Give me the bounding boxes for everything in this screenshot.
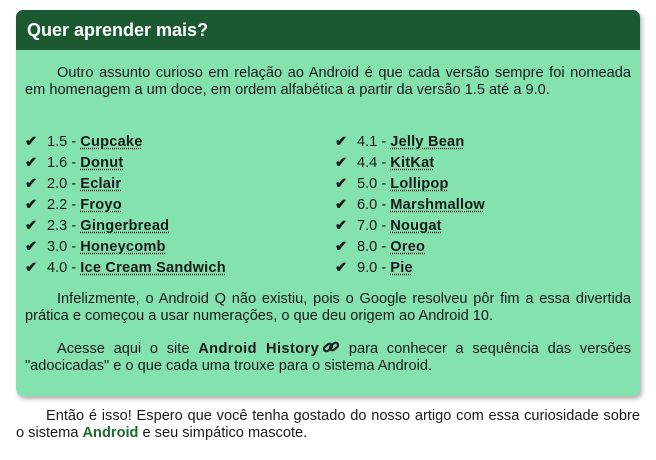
- version-separator: -: [377, 155, 391, 171]
- version-name-link[interactable]: Pie: [390, 260, 413, 276]
- version-item: ✔ 2.0 - Eclair: [25, 174, 226, 195]
- version-item: ✔ 4.1 - Jelly Bean: [335, 132, 485, 153]
- version-number: 3.0: [47, 239, 68, 255]
- closing-text-after: e seu simpático mascote.: [138, 425, 308, 441]
- checkmark-icon: ✔: [335, 239, 348, 255]
- version-separator: -: [67, 218, 81, 234]
- version-separator: -: [377, 134, 391, 150]
- version-item: ✔ 9.0 - Pie: [335, 258, 485, 279]
- android-highlight: Android: [82, 425, 139, 441]
- closing-paragraph: Então é isso! Espero que você tenha gost…: [16, 408, 640, 442]
- checkmark-icon: ✔: [25, 134, 38, 150]
- version-item: ✔ 5.0 - Lollipop: [335, 174, 485, 195]
- box-title: Quer aprender mais?: [27, 19, 209, 40]
- version-separator: -: [377, 239, 391, 255]
- checkmark-icon: ✔: [25, 197, 38, 213]
- version-number: 2.2: [47, 197, 68, 213]
- android-q-paragraph: Infelizmente, o Android Q não existiu, p…: [25, 291, 631, 324]
- version-name-link[interactable]: Froyo: [80, 197, 122, 213]
- version-item: ✔ 1.6 - Donut: [25, 153, 226, 174]
- version-name-link[interactable]: Oreo: [390, 239, 425, 255]
- version-separator: -: [377, 260, 391, 276]
- version-separator: -: [67, 134, 81, 150]
- checkmark-icon: ✔: [335, 218, 348, 234]
- intro-paragraph: Outro assunto curioso em relação ao Andr…: [25, 65, 631, 98]
- version-separator: -: [67, 197, 81, 213]
- version-separator: -: [67, 260, 81, 276]
- version-number: 4.0: [47, 260, 68, 276]
- version-item: ✔ 2.2 - Froyo: [25, 195, 226, 216]
- version-name-link[interactable]: Ice Cream Sandwich: [80, 260, 226, 276]
- version-number: 8.0: [357, 239, 378, 255]
- checkmark-icon: ✔: [25, 155, 38, 171]
- android-history-link[interactable]: Android History: [198, 341, 319, 357]
- version-number: 1.5: [47, 134, 68, 150]
- version-number: 7.0: [357, 218, 378, 234]
- site-paragraph-before: Acesse aqui o site: [57, 341, 199, 357]
- version-name-link[interactable]: Nougat: [390, 218, 441, 234]
- version-item: ✔ 7.0 - Nougat: [335, 216, 485, 237]
- version-separator: -: [67, 176, 81, 192]
- checkmark-icon: ✔: [335, 176, 348, 192]
- version-name-link[interactable]: KitKat: [390, 155, 434, 171]
- version-name-link[interactable]: Lollipop: [390, 176, 448, 192]
- version-name-link[interactable]: Marshmallow: [390, 197, 485, 213]
- version-item: ✔ 4.0 - Ice Cream Sandwich: [25, 258, 226, 279]
- version-number: 5.0: [357, 176, 378, 192]
- version-name-link[interactable]: Cupcake: [80, 134, 142, 150]
- version-name-link[interactable]: Honeycomb: [80, 239, 165, 255]
- checkmark-icon: ✔: [25, 218, 38, 234]
- version-item: ✔ 3.0 - Honeycomb: [25, 237, 226, 258]
- version-item: ✔ 6.0 - Marshmallow: [335, 195, 485, 216]
- version-number: 1.6: [47, 155, 68, 171]
- version-name-link[interactable]: Jelly Bean: [390, 134, 464, 150]
- checkmark-icon: ✔: [335, 197, 348, 213]
- checkmark-icon: ✔: [25, 176, 38, 192]
- version-separator: -: [377, 218, 391, 234]
- version-number: 2.3: [47, 218, 68, 234]
- version-number: 6.0: [357, 197, 378, 213]
- version-item: ✔ 1.5 - Cupcake: [25, 132, 226, 153]
- version-item: ✔ 8.0 - Oreo: [335, 237, 485, 258]
- chain-link-icon[interactable]: [322, 339, 340, 355]
- version-number: 9.0: [357, 260, 378, 276]
- version-separator: -: [377, 197, 391, 213]
- version-separator: -: [67, 239, 81, 255]
- version-number: 2.0: [47, 176, 68, 192]
- version-name-link[interactable]: Eclair: [80, 176, 121, 192]
- version-number: 4.4: [357, 155, 378, 171]
- checkmark-icon: ✔: [25, 260, 38, 276]
- version-item: ✔ 2.3 - Gingerbread: [25, 216, 226, 237]
- checkmark-icon: ✔: [25, 239, 38, 255]
- checkmark-icon: ✔: [335, 134, 348, 150]
- box-header: Quer aprender mais?: [16, 10, 640, 50]
- version-separator: -: [67, 155, 81, 171]
- version-separator: -: [377, 176, 391, 192]
- version-name-link[interactable]: Gingerbread: [80, 218, 169, 234]
- site-paragraph: Acesse aqui o site Android History para …: [25, 339, 631, 375]
- checkmark-icon: ✔: [335, 260, 348, 276]
- versions-list-right: ✔ 4.1 - Jelly Bean ✔ 4.4 - KitKat ✔ 5.0 - Lol…: [335, 132, 485, 279]
- versions-list-left: ✔ 1.5 - Cupcake ✔ 1.6 - Donut ✔ 2.0 - Eclair ✔…: [25, 132, 226, 279]
- version-item: ✔ 4.4 - KitKat: [335, 153, 485, 174]
- checkmark-icon: ✔: [335, 155, 348, 171]
- version-number: 4.1: [357, 134, 378, 150]
- version-name-link[interactable]: Donut: [80, 155, 123, 171]
- learn-more-box: Quer aprender mais? Outro assunto curios…: [16, 10, 640, 396]
